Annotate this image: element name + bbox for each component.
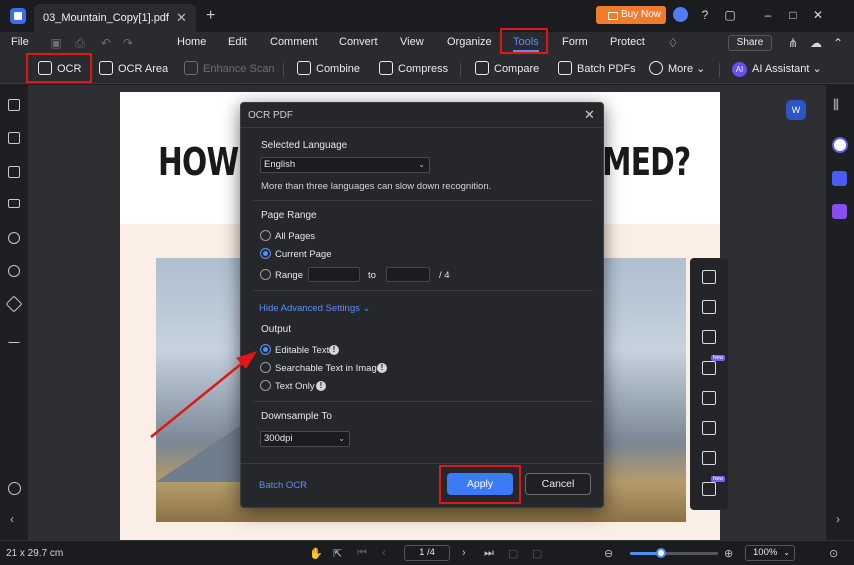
- fit-page-icon[interactable]: ▢: [508, 547, 518, 560]
- zoom-in-icon[interactable]: ⊕: [724, 547, 733, 560]
- fullscreen-icon[interactable]: ⊙: [829, 547, 838, 560]
- page-number-input[interactable]: 1 /4: [404, 545, 450, 561]
- status-bar: 21 x 29.7 cm ✋ ⇱ ⏮ ‹ 1 /4 › ⏭ ▢ ▢ ⊖ ⊕ 10…: [0, 540, 854, 565]
- zoom-value: 100%: [753, 547, 778, 558]
- last-page-icon[interactable]: ⏭: [484, 547, 494, 560]
- hand-tool-icon[interactable]: ✋: [309, 547, 323, 560]
- first-page-icon[interactable]: ⏮: [357, 547, 367, 560]
- annotation-arrow: [150, 351, 257, 438]
- next-page-icon[interactable]: ›: [462, 547, 466, 559]
- zoom-out-icon[interactable]: ⊖: [604, 547, 613, 560]
- previous-page-icon[interactable]: ‹: [382, 547, 386, 559]
- rotate-icon[interactable]: ▢: [532, 547, 542, 560]
- page-size-readout: 21 x 29.7 cm: [6, 548, 64, 559]
- zoom-slider-handle[interactable]: [656, 548, 666, 558]
- select-tool-icon[interactable]: ⇱: [333, 547, 342, 560]
- zoom-select[interactable]: 100% ⌄: [745, 545, 795, 561]
- chevron-down-icon: ⌄: [783, 548, 790, 557]
